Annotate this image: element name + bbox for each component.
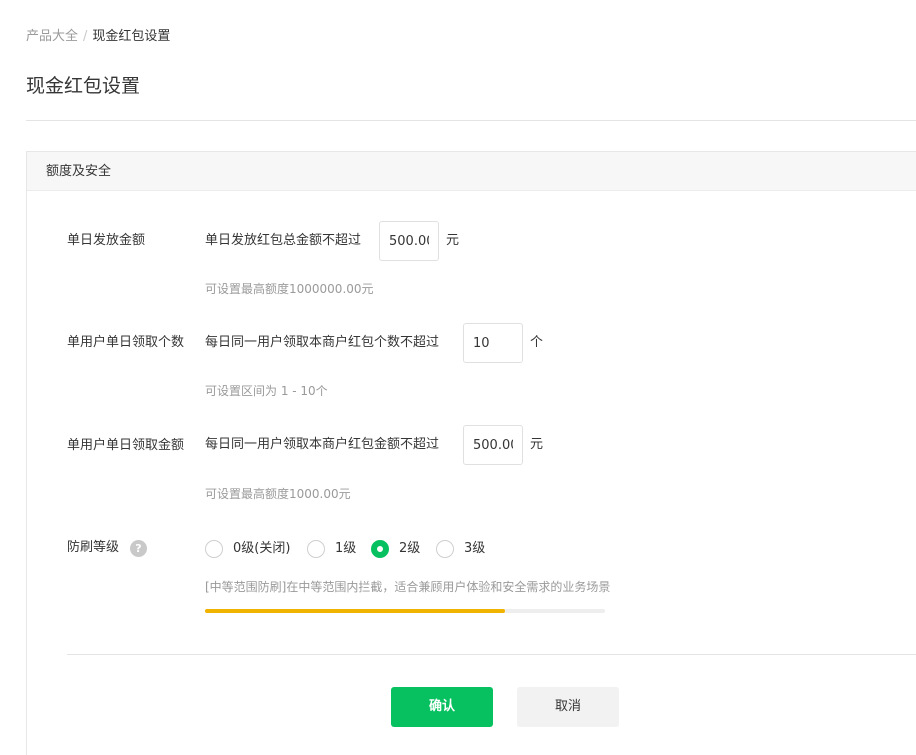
title-divider [26,120,916,121]
per-user-amount-unit: 元 [530,437,544,452]
settings-panel: 额度及安全 单日发放金额 单日发放红包总金额不超过 元 可设置最高额度10000… [26,151,916,755]
anti-fraud-label: 防刷等级 [67,540,120,555]
breadcrumb-current: 现金红包设置 [92,29,171,44]
radio-label: 0级(关闭) [233,541,291,556]
question-icon[interactable]: ? [130,540,147,557]
radio-label: 2级 [399,541,421,556]
daily-total-input[interactable] [379,221,439,261]
breadcrumb-link-products[interactable]: 产品大全 [26,29,78,44]
page-title: 现金红包设置 [26,75,141,97]
per-user-amount-input[interactable] [463,425,523,465]
per-user-count-description: 每日同一用户领取本商户红包个数不超过 [205,335,440,350]
anti-fraud-level-description: [中等范围防刷]在中等范围内拦截，适合兼顾用户体验和安全需求的业务场景 [205,580,611,594]
per-user-count-label: 单用户单日领取个数 [67,335,185,350]
radio-circle-icon [205,540,223,558]
radio-checked-icon [371,540,389,558]
confirm-button[interactable]: 确认 [391,687,493,727]
per-user-amount-hint: 可设置最高额度1000.00元 [205,487,351,501]
panel-header: 额度及安全 [27,152,916,191]
footer-divider [67,654,916,655]
radio-circle-icon [307,540,325,558]
anti-fraud-level-bar [205,609,605,613]
radio-circle-icon [436,540,454,558]
per-user-count-unit: 个 [530,335,544,350]
daily-total-label: 单日发放金额 [67,233,146,248]
breadcrumb: 产品大全 / 现金红包设置 [26,29,170,45]
daily-total-description: 单日发放红包总金额不超过 [205,233,362,248]
radio-label: 3级 [464,541,486,556]
per-user-amount-label: 单用户单日领取金额 [67,438,185,453]
cancel-button[interactable]: 取消 [517,687,619,727]
anti-fraud-level-fill [205,609,505,613]
per-user-amount-description: 每日同一用户领取本商户红包金额不超过 [205,437,440,452]
daily-total-unit: 元 [446,233,460,248]
daily-total-hint: 可设置最高额度1000000.00元 [205,282,374,296]
breadcrumb-separator: / [83,29,88,44]
per-user-count-input[interactable] [463,323,523,363]
per-user-count-hint: 可设置区间为 1 - 10个 [205,384,328,398]
radio-label: 1级 [335,541,357,556]
